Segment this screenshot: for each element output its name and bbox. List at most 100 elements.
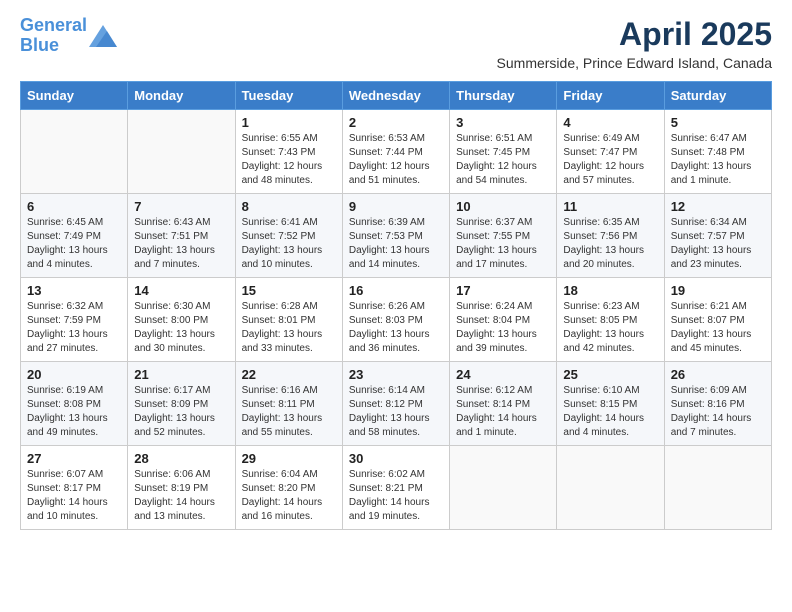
day-header-friday: Friday — [557, 82, 664, 110]
day-info: Sunrise: 6:47 AM Sunset: 7:48 PM Dayligh… — [671, 132, 765, 188]
day-number: 3 — [456, 115, 550, 130]
logo-icon — [89, 25, 117, 47]
day-cell: 9Sunrise: 6:39 AM Sunset: 7:53 PM Daylig… — [342, 194, 449, 278]
day-info: Sunrise: 6:49 AM Sunset: 7:47 PM Dayligh… — [563, 132, 657, 188]
day-header-thursday: Thursday — [450, 82, 557, 110]
subtitle: Summerside, Prince Edward Island, Canada — [497, 55, 772, 71]
day-cell: 22Sunrise: 6:16 AM Sunset: 8:11 PM Dayli… — [235, 362, 342, 446]
day-cell: 18Sunrise: 6:23 AM Sunset: 8:05 PM Dayli… — [557, 278, 664, 362]
day-cell — [21, 110, 128, 194]
day-number: 5 — [671, 115, 765, 130]
calendar-table: SundayMondayTuesdayWednesdayThursdayFrid… — [20, 81, 772, 530]
day-cell: 12 Sunrise: 6:34 AM Sunset: 7:57 PM Dayli… — [664, 194, 771, 278]
day-cell: 28Sunrise: 6:06 AM Sunset: 8:19 PM Dayli… — [128, 446, 235, 530]
day-number: 17 — [456, 283, 550, 298]
day-number: 10 — [456, 199, 550, 214]
day-info: Sunrise: 6:12 AM Sunset: 8:14 PM Dayligh… — [456, 384, 550, 440]
month-title: April 2025 — [497, 16, 772, 53]
day-number: 29 — [242, 451, 336, 466]
day-number: 13 — [27, 283, 121, 298]
logo-text: General Blue — [20, 16, 87, 56]
day-cell: 14 Sunrise: 6:30 AM Sunset: 8:00 PM Dayli… — [128, 278, 235, 362]
day-number: 4 — [563, 115, 657, 130]
day-cell: 19 Sunrise: 6:21 AM Sunset: 8:07 PM Dayli… — [664, 278, 771, 362]
day-info: Sunrise: 6:37 AM Sunset: 7:55 PM Dayligh… — [456, 216, 550, 272]
day-number: 20 — [27, 367, 121, 382]
day-info: Sunrise: 6:41 AM Sunset: 7:52 PM Dayligh… — [242, 216, 336, 272]
day-info: Sunrise: 6:17 AM Sunset: 8:09 PM Dayligh… — [134, 384, 228, 440]
day-header-sunday: Sunday — [21, 82, 128, 110]
day-cell: 8 Sunrise: 6:41 AM Sunset: 7:52 PM Daylig… — [235, 194, 342, 278]
day-number: 26 — [671, 367, 765, 382]
day-info: Sunrise: 6:19 AM Sunset: 8:08 PM Dayligh… — [27, 384, 121, 440]
day-number: 14 — [134, 283, 228, 298]
day-number: 1 — [242, 115, 336, 130]
day-info: Sunrise: 6:28 AM Sunset: 8:01 PM Dayligh… — [242, 300, 336, 356]
day-cell: 24Sunrise: 6:12 AM Sunset: 8:14 PM Dayli… — [450, 362, 557, 446]
day-info: Sunrise: 6:53 AM Sunset: 7:44 PM Dayligh… — [349, 132, 443, 188]
day-number: 30 — [349, 451, 443, 466]
day-info: Sunrise: 6:09 AM Sunset: 8:16 PM Dayligh… — [671, 384, 765, 440]
day-cell — [664, 446, 771, 530]
day-info: Sunrise: 6:04 AM Sunset: 8:20 PM Dayligh… — [242, 468, 336, 524]
day-cell: 10 Sunrise: 6:37 AM Sunset: 7:55 PM Dayli… — [450, 194, 557, 278]
day-number: 16 — [349, 283, 443, 298]
day-cell: 26 Sunrise: 6:09 AM Sunset: 8:16 PM Dayli… — [664, 362, 771, 446]
day-cell: 27Sunrise: 6:07 AM Sunset: 8:17 PM Dayli… — [21, 446, 128, 530]
week-row-0: 1Sunrise: 6:55 AM Sunset: 7:43 PM Daylig… — [21, 110, 772, 194]
day-header-saturday: Saturday — [664, 82, 771, 110]
day-cell: 4 Sunrise: 6:49 AM Sunset: 7:47 PM Daylig… — [557, 110, 664, 194]
day-header-wednesday: Wednesday — [342, 82, 449, 110]
day-number: 25 — [563, 367, 657, 382]
logo-line2: Blue — [20, 35, 59, 55]
page: General Blue April 2025 Summerside, Prin… — [0, 0, 792, 612]
day-info: Sunrise: 6:24 AM Sunset: 8:04 PM Dayligh… — [456, 300, 550, 356]
day-cell: 13 Sunrise: 6:32 AM Sunset: 7:59 PM Dayli… — [21, 278, 128, 362]
day-cell: 21Sunrise: 6:17 AM Sunset: 8:09 PM Dayli… — [128, 362, 235, 446]
day-info: Sunrise: 6:51 AM Sunset: 7:45 PM Dayligh… — [456, 132, 550, 188]
day-number: 27 — [27, 451, 121, 466]
day-cell: 6Sunrise: 6:45 AM Sunset: 7:49 PM Daylig… — [21, 194, 128, 278]
day-info: Sunrise: 6:45 AM Sunset: 7:49 PM Dayligh… — [27, 216, 121, 272]
day-number: 23 — [349, 367, 443, 382]
day-info: Sunrise: 6:43 AM Sunset: 7:51 PM Dayligh… — [134, 216, 228, 272]
day-number: 2 — [349, 115, 443, 130]
day-number: 9 — [349, 199, 443, 214]
day-info: Sunrise: 6:30 AM Sunset: 8:00 PM Dayligh… — [134, 300, 228, 356]
week-row-2: 13 Sunrise: 6:32 AM Sunset: 7:59 PM Dayli… — [21, 278, 772, 362]
header-row: SundayMondayTuesdayWednesdayThursdayFrid… — [21, 82, 772, 110]
day-header-monday: Monday — [128, 82, 235, 110]
day-number: 19 — [671, 283, 765, 298]
day-cell: 20 Sunrise: 6:19 AM Sunset: 8:08 PM Dayli… — [21, 362, 128, 446]
day-cell: 17 Sunrise: 6:24 AM Sunset: 8:04 PM Dayli… — [450, 278, 557, 362]
day-cell — [128, 110, 235, 194]
day-cell: 5 Sunrise: 6:47 AM Sunset: 7:48 PM Daylig… — [664, 110, 771, 194]
day-cell: 30Sunrise: 6:02 AM Sunset: 8:21 PM Dayli… — [342, 446, 449, 530]
day-number: 18 — [563, 283, 657, 298]
day-cell: 1Sunrise: 6:55 AM Sunset: 7:43 PM Daylig… — [235, 110, 342, 194]
day-number: 8 — [242, 199, 336, 214]
logo: General Blue — [20, 16, 117, 56]
day-info: Sunrise: 6:21 AM Sunset: 8:07 PM Dayligh… — [671, 300, 765, 356]
day-info: Sunrise: 6:10 AM Sunset: 8:15 PM Dayligh… — [563, 384, 657, 440]
day-cell — [450, 446, 557, 530]
week-row-1: 6Sunrise: 6:45 AM Sunset: 7:49 PM Daylig… — [21, 194, 772, 278]
day-cell: 25 Sunrise: 6:10 AM Sunset: 8:15 PM Dayli… — [557, 362, 664, 446]
day-info: Sunrise: 6:26 AM Sunset: 8:03 PM Dayligh… — [349, 300, 443, 356]
day-number: 28 — [134, 451, 228, 466]
day-number: 7 — [134, 199, 228, 214]
day-info: Sunrise: 6:32 AM Sunset: 7:59 PM Dayligh… — [27, 300, 121, 356]
week-row-3: 20 Sunrise: 6:19 AM Sunset: 8:08 PM Dayli… — [21, 362, 772, 446]
day-cell: 29 Sunrise: 6:04 AM Sunset: 8:20 PM Dayli… — [235, 446, 342, 530]
day-cell: 3 Sunrise: 6:51 AM Sunset: 7:45 PM Daylig… — [450, 110, 557, 194]
day-info: Sunrise: 6:35 AM Sunset: 7:56 PM Dayligh… — [563, 216, 657, 272]
logo-line1: General — [20, 15, 87, 35]
day-number: 22 — [242, 367, 336, 382]
day-info: Sunrise: 6:34 AM Sunset: 7:57 PM Dayligh… — [671, 216, 765, 272]
day-cell: 23 Sunrise: 6:14 AM Sunset: 8:12 PM Dayli… — [342, 362, 449, 446]
day-cell: 2 Sunrise: 6:53 AM Sunset: 7:44 PM Daylig… — [342, 110, 449, 194]
day-info: Sunrise: 6:14 AM Sunset: 8:12 PM Dayligh… — [349, 384, 443, 440]
week-row-4: 27Sunrise: 6:07 AM Sunset: 8:17 PM Dayli… — [21, 446, 772, 530]
day-number: 12 — [671, 199, 765, 214]
day-cell: 11Sunrise: 6:35 AM Sunset: 7:56 PM Dayli… — [557, 194, 664, 278]
